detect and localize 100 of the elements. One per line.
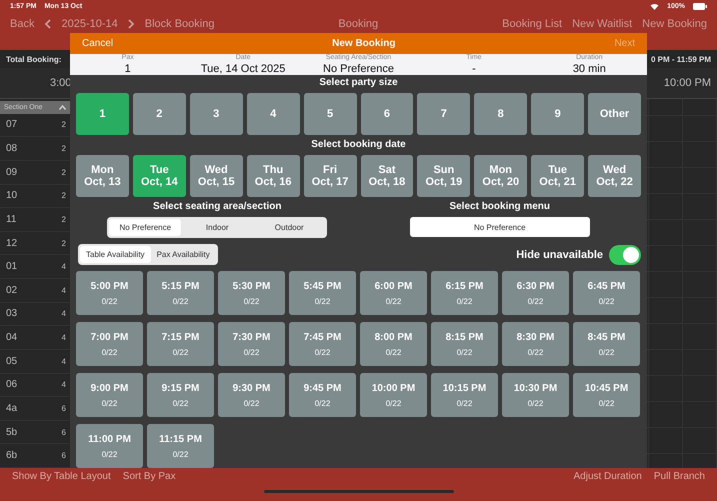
- table-pax: 2: [62, 238, 66, 248]
- nav-link[interactable]: Booking List: [502, 18, 562, 30]
- party-size-button[interactable]: 4: [246, 93, 300, 135]
- table-name: 11: [6, 214, 16, 225]
- seating-option[interactable]: Outdoor: [253, 219, 326, 236]
- time-slot-button[interactable]: 11:15 PM 0/22: [147, 424, 214, 468]
- time-slot-button[interactable]: 7:15 PM 0/22: [147, 322, 214, 366]
- table-name: 05: [6, 356, 18, 367]
- table-pax: 4: [62, 333, 66, 342]
- chevron-right-icon[interactable]: [128, 19, 135, 29]
- date-label: 2025-10-14: [61, 18, 118, 30]
- date-button[interactable]: Sun Oct, 19: [417, 155, 470, 197]
- bottom-link[interactable]: Show By Table Layout: [12, 471, 111, 482]
- party-size-button[interactable]: 8: [474, 93, 528, 135]
- availability-tab[interactable]: Table Availability: [80, 246, 151, 263]
- table-pax: 2: [62, 144, 66, 154]
- time-slot-button[interactable]: 5:15 PM 0/22: [147, 271, 214, 315]
- time-slot-button[interactable]: 8:45 PM 0/22: [573, 322, 640, 366]
- date-button[interactable]: Wed Oct, 15: [190, 155, 243, 197]
- nav-link[interactable]: New Waitlist: [572, 18, 632, 30]
- time-slot-button[interactable]: 10:45 PM 0/22: [573, 373, 640, 417]
- hide-unavailable-toggle[interactable]: [609, 244, 641, 264]
- total-booking-label: Total Booking:: [6, 54, 62, 64]
- party-size-button[interactable]: 1: [76, 93, 129, 135]
- table-pax: 4: [62, 309, 66, 318]
- seating-option[interactable]: No Preference: [109, 219, 182, 236]
- table-pax: 2: [62, 120, 66, 130]
- table-pax: 6: [62, 404, 66, 413]
- time-slot-button[interactable]: 11:00 PM 0/22: [76, 424, 143, 468]
- party-size-button[interactable]: 7: [417, 93, 470, 135]
- date-button[interactable]: Wed Oct, 22: [588, 155, 641, 197]
- time-slot-button[interactable]: 8:30 PM 0/22: [502, 322, 569, 366]
- table-pax: 2: [62, 191, 66, 200]
- table-name: 5b: [6, 426, 18, 438]
- time-slot-button[interactable]: 8:15 PM 0/22: [431, 322, 498, 366]
- bottom-link[interactable]: Adjust Duration: [573, 471, 642, 482]
- table-name: 06: [6, 379, 18, 390]
- time-slot-button[interactable]: 7:00 PM 0/22: [76, 322, 143, 366]
- summary-value: Tue, 14 Oct 2025: [200, 62, 286, 75]
- hide-unavailable-label: Hide unavailable: [516, 248, 603, 260]
- table-name: 08: [6, 143, 18, 154]
- table-pax: 4: [62, 286, 66, 295]
- party-size-button[interactable]: 6: [360, 93, 414, 135]
- party-size-button[interactable]: 5: [304, 93, 356, 135]
- time-slot-button[interactable]: 5:00 PM 0/22: [76, 271, 143, 315]
- time-slot-button[interactable]: 8:00 PM 0/22: [360, 322, 427, 366]
- date-button[interactable]: Tue Oct, 21: [531, 155, 584, 197]
- cancel-button[interactable]: Cancel: [82, 38, 114, 49]
- time-slot-button[interactable]: 6:45 PM 0/22: [573, 271, 640, 315]
- bottom-link[interactable]: Pull Branch: [654, 471, 705, 482]
- date-button[interactable]: Tue Oct, 14: [132, 155, 186, 197]
- table-pax: 4: [62, 380, 66, 390]
- time-slot-button[interactable]: 9:45 PM 0/22: [289, 373, 356, 417]
- time-slot-button[interactable]: 9:00 PM 0/22: [76, 373, 143, 417]
- battery-icon: [693, 2, 707, 10]
- nav-title: Booking: [337, 18, 380, 30]
- date-button[interactable]: Fri Oct, 17: [304, 155, 356, 197]
- table-name: 02: [6, 284, 18, 296]
- chevron-left-icon[interactable]: [44, 19, 52, 29]
- time-slot-button[interactable]: 5:30 PM 0/22: [218, 271, 285, 315]
- block-booking-link[interactable]: Block Booking: [144, 18, 214, 30]
- summary-value: No Preference: [323, 62, 394, 75]
- summary-value: -: [472, 62, 476, 75]
- table-name: 07: [6, 119, 18, 130]
- party-size-button[interactable]: 2: [132, 93, 186, 135]
- bottom-link[interactable]: Sort By Pax: [122, 471, 176, 482]
- time-range-label: 0 PM - 11:59 PM: [650, 54, 711, 64]
- section-heading: Select seating area/section: [153, 201, 282, 213]
- time-slot-button[interactable]: 10:30 PM 0/22: [502, 373, 569, 417]
- party-size-button[interactable]: Other: [588, 93, 641, 135]
- chevron-up-icon: [59, 104, 66, 110]
- booking-menu-field[interactable]: No Preference: [410, 217, 590, 237]
- time-slot-button[interactable]: 10:15 PM 0/22: [431, 373, 498, 417]
- table-name: 04: [6, 332, 18, 344]
- table-name: 09: [6, 166, 18, 178]
- table-name: 6b: [6, 450, 18, 462]
- time-slot-button[interactable]: 6:30 PM 0/22: [502, 271, 569, 315]
- time-slot-button[interactable]: 10:00 PM 0/22: [360, 373, 427, 417]
- party-size-button[interactable]: 9: [531, 93, 584, 135]
- date-button[interactable]: Mon Oct, 13: [76, 155, 129, 197]
- time-slot-button[interactable]: 7:45 PM 0/22: [289, 322, 356, 366]
- party-size-button[interactable]: 3: [190, 93, 243, 135]
- date-button[interactable]: Sat Oct, 18: [360, 155, 414, 197]
- time-slot-button[interactable]: 6:15 PM 0/22: [431, 271, 498, 315]
- table-pax: 6: [62, 451, 66, 460]
- time-slot-button[interactable]: 9:30 PM 0/22: [218, 373, 285, 417]
- back-link[interactable]: Back: [10, 18, 34, 30]
- time-slot-button[interactable]: 9:15 PM 0/22: [147, 373, 214, 417]
- table-name: 10: [6, 190, 18, 202]
- date-button[interactable]: Thu Oct, 16: [246, 155, 300, 197]
- section-heading: Select booking menu: [449, 201, 550, 213]
- time-slot-button[interactable]: 6:00 PM 0/22: [360, 271, 427, 315]
- time-slot-button[interactable]: 5:45 PM 0/22: [289, 271, 356, 315]
- time-slot-button[interactable]: 7:30 PM 0/22: [218, 322, 285, 366]
- availability-tab[interactable]: Pax Availability: [150, 246, 216, 263]
- wifi-icon: [650, 2, 660, 10]
- nav-link[interactable]: New Booking: [642, 18, 707, 30]
- seating-option[interactable]: Indoor: [181, 219, 254, 236]
- date-button[interactable]: Mon Oct, 20: [474, 155, 528, 197]
- timeline-label: 10:00 PM: [664, 77, 711, 89]
